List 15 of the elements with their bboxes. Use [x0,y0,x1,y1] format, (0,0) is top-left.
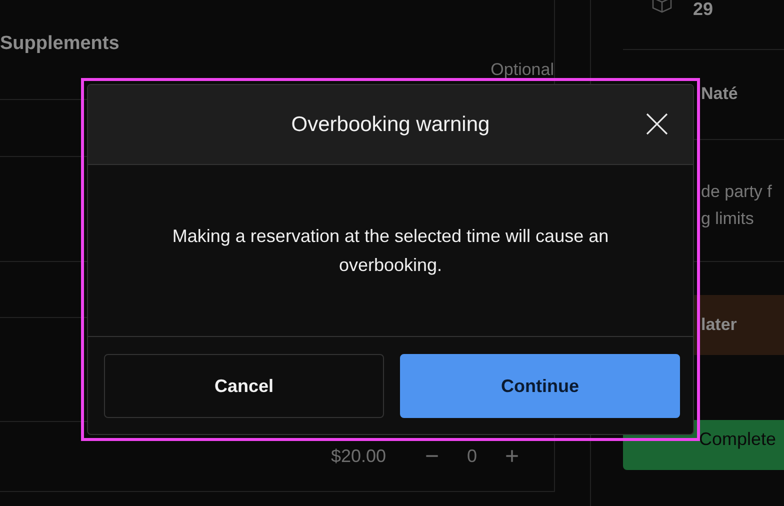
quantity: 0 [466,446,478,467]
decrement-button[interactable]: − [418,442,446,470]
optional-label: Optional [490,60,554,80]
cancel-button[interactable]: Cancel [104,354,384,418]
note-line: de party f [701,181,773,203]
section-title: Supplements [0,33,120,56]
guest-name: Naté [701,84,738,103]
continue-button[interactable]: Continue [400,354,680,418]
close-icon[interactable] [645,112,669,136]
dialog-title: Overbooking warning [291,112,490,136]
dialog-message: Making a reservation at the selected time will cause an overbooking. [171,224,610,277]
guest-count: 29 [693,0,714,18]
note-line: g limits [701,208,755,230]
price: $20.00 [330,446,386,467]
increment-button[interactable]: + [498,442,526,470]
